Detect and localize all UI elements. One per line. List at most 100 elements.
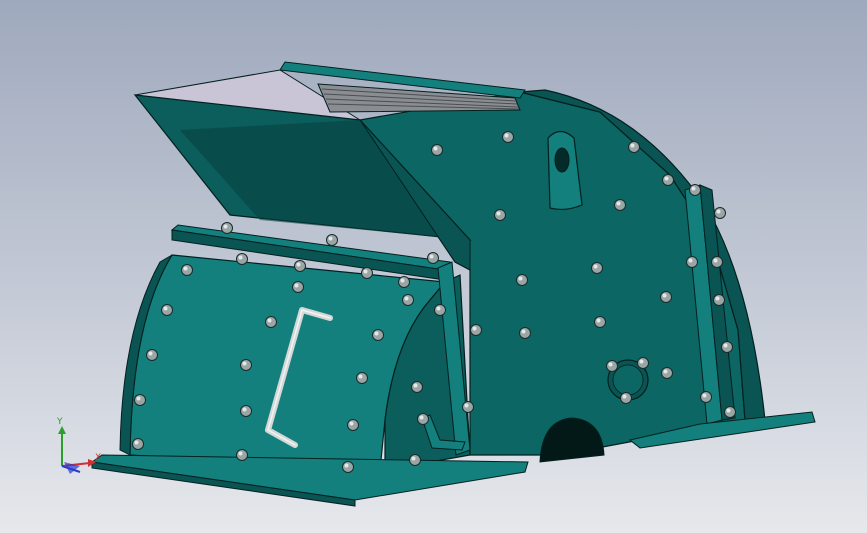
bolt-head bbox=[221, 222, 233, 234]
bolt-highlight bbox=[596, 318, 601, 323]
bolt-head bbox=[620, 392, 632, 404]
bolt-highlight bbox=[630, 143, 635, 148]
x-axis-label: X bbox=[95, 453, 101, 463]
bolt-head bbox=[161, 304, 173, 316]
bolt-head bbox=[628, 141, 640, 153]
bolt-head bbox=[292, 281, 304, 293]
bolt-highlight bbox=[328, 236, 333, 241]
bolt-head bbox=[700, 391, 712, 403]
bolt-highlight bbox=[593, 264, 598, 269]
bolt-highlight bbox=[349, 421, 354, 426]
bolt-head bbox=[431, 144, 443, 156]
model-canvas[interactable]: Y X bbox=[0, 0, 867, 533]
bolt-head bbox=[714, 207, 726, 219]
bolt-highlight bbox=[242, 407, 247, 412]
bolt-highlight bbox=[702, 393, 707, 398]
bolt-highlight bbox=[344, 463, 349, 468]
bolt-head bbox=[411, 381, 423, 393]
bolt-head bbox=[686, 256, 698, 268]
bolt-head bbox=[132, 438, 144, 450]
bolt-head bbox=[417, 413, 429, 425]
bolt-head bbox=[361, 267, 373, 279]
bolt-head bbox=[502, 131, 514, 143]
bolt-highlight bbox=[267, 318, 272, 323]
bolt-head bbox=[294, 260, 306, 272]
bolt-highlight bbox=[148, 351, 153, 356]
bolt-head bbox=[494, 209, 506, 221]
bolt-highlight bbox=[521, 329, 526, 334]
graphics-viewport[interactable]: Y X bbox=[0, 0, 867, 533]
bolt-highlight bbox=[374, 331, 379, 336]
bolt-highlight bbox=[238, 255, 243, 260]
bolt-head bbox=[662, 174, 674, 186]
bolt-head bbox=[342, 461, 354, 473]
bolt-highlight bbox=[691, 186, 696, 191]
bolt-highlight bbox=[726, 408, 731, 413]
bolt-head bbox=[713, 294, 725, 306]
bolt-head bbox=[326, 234, 338, 246]
bolt-highlight bbox=[616, 201, 621, 206]
bolt-highlight bbox=[163, 306, 168, 311]
bolt-head bbox=[516, 274, 528, 286]
bolt-highlight bbox=[723, 343, 728, 348]
bolt-head bbox=[519, 327, 531, 339]
bolt-highlight bbox=[358, 374, 363, 379]
y-axis-head bbox=[58, 426, 66, 434]
bolt-head bbox=[134, 394, 146, 406]
bolt-highlight bbox=[238, 451, 243, 456]
bolt-highlight bbox=[608, 362, 613, 367]
bolt-head bbox=[594, 316, 606, 328]
bolt-head bbox=[637, 357, 649, 369]
bolt-highlight bbox=[411, 456, 416, 461]
bolt-highlight bbox=[713, 258, 718, 263]
bolt-head bbox=[711, 256, 723, 268]
bolt-head bbox=[606, 360, 618, 372]
bolt-highlight bbox=[429, 254, 434, 259]
bolt-highlight bbox=[663, 369, 668, 374]
bolt-highlight bbox=[472, 326, 477, 331]
bolt-highlight bbox=[639, 359, 644, 364]
bolt-highlight bbox=[294, 283, 299, 288]
bolt-head bbox=[724, 406, 736, 418]
bolt-head bbox=[265, 316, 277, 328]
bolt-head bbox=[402, 294, 414, 306]
bolt-head bbox=[347, 419, 359, 431]
bolt-highlight bbox=[504, 133, 509, 138]
bolt-head bbox=[721, 341, 733, 353]
bolt-head bbox=[398, 276, 410, 288]
bolt-highlight bbox=[136, 396, 141, 401]
bolt-highlight bbox=[363, 269, 368, 274]
bolt-highlight bbox=[183, 266, 188, 271]
bolt-head bbox=[470, 324, 482, 336]
front-cover[interactable] bbox=[90, 224, 529, 507]
y-axis-label: Y bbox=[56, 417, 63, 427]
bolt-highlight bbox=[622, 394, 627, 399]
bolt-head bbox=[614, 199, 626, 211]
bolt-highlight bbox=[464, 403, 469, 408]
bolt-highlight bbox=[662, 293, 667, 298]
bolt-head bbox=[591, 262, 603, 274]
bolt-highlight bbox=[419, 415, 424, 420]
bolt-highlight bbox=[496, 211, 501, 216]
bolt-highlight bbox=[518, 276, 523, 281]
bolt-head bbox=[462, 401, 474, 413]
bolt-head bbox=[240, 405, 252, 417]
bolt-head bbox=[236, 449, 248, 461]
bolt-highlight bbox=[134, 440, 139, 445]
bolt-head bbox=[236, 253, 248, 265]
bolt-head bbox=[146, 349, 158, 361]
bolt-highlight bbox=[664, 176, 669, 181]
bolt-highlight bbox=[296, 262, 301, 267]
bolt-head bbox=[372, 329, 384, 341]
bolt-highlight bbox=[433, 146, 438, 151]
bearing-cover-inner bbox=[612, 364, 644, 396]
bolt-highlight bbox=[404, 296, 409, 301]
bolt-highlight bbox=[716, 209, 721, 214]
bolt-head bbox=[181, 264, 193, 276]
bolt-head bbox=[689, 184, 701, 196]
bolt-head bbox=[660, 291, 672, 303]
bolt-head bbox=[356, 372, 368, 384]
bolt-highlight bbox=[223, 224, 228, 229]
bolt-head bbox=[409, 454, 421, 466]
bolt-highlight bbox=[242, 361, 247, 366]
